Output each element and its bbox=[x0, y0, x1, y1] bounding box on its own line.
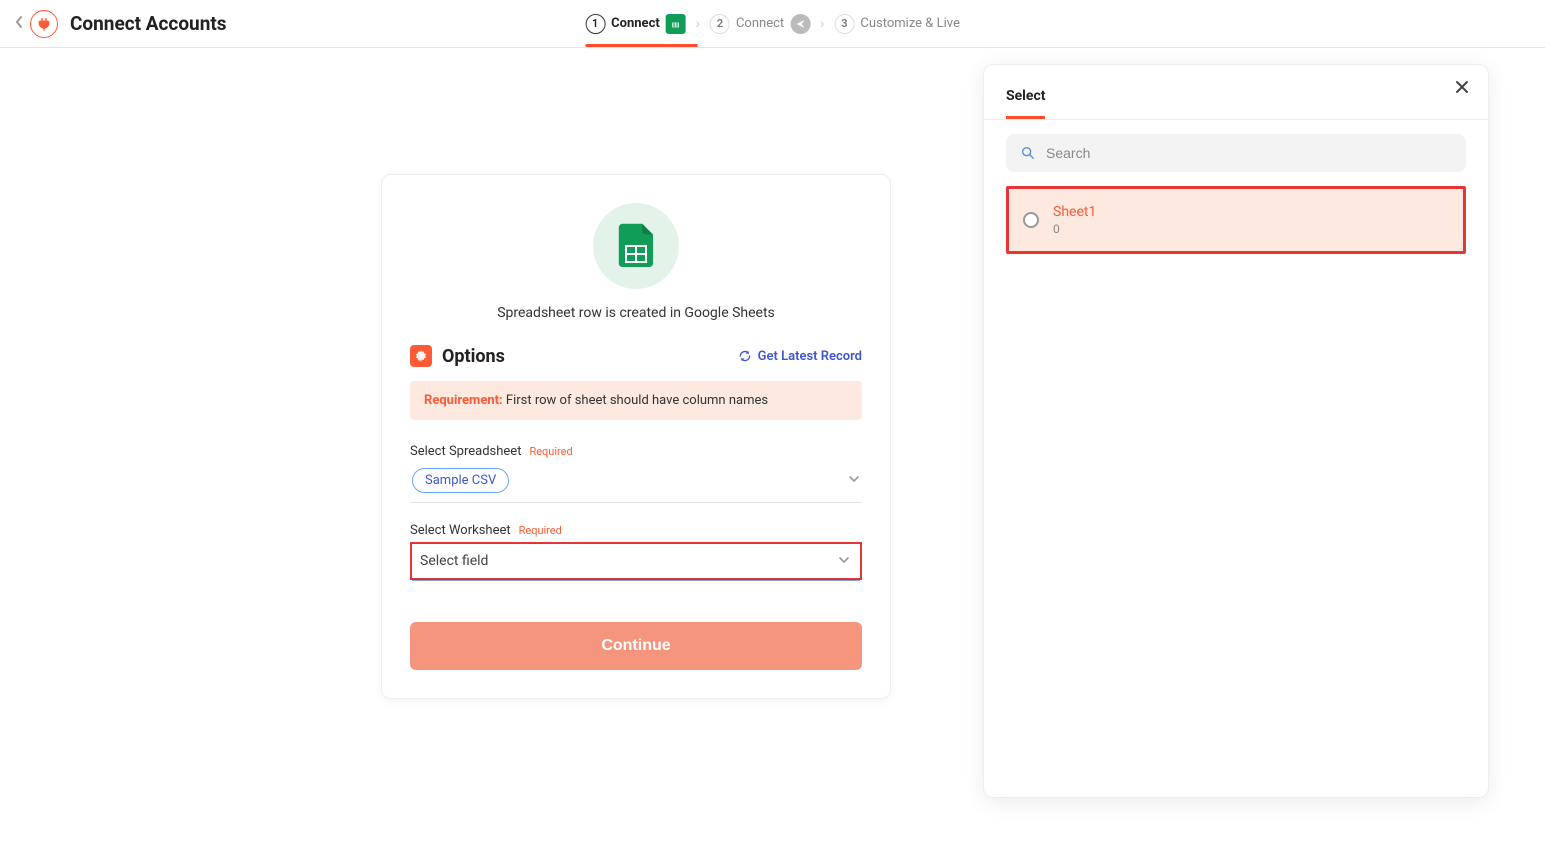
panel-body: Sheet1 0 bbox=[984, 120, 1488, 268]
google-sheets-icon bbox=[666, 14, 686, 34]
option-text: Sheet1 0 bbox=[1053, 204, 1096, 236]
step-1-number: 1 bbox=[585, 14, 605, 34]
search-input[interactable] bbox=[1046, 145, 1452, 161]
chevron-left-icon bbox=[14, 15, 24, 29]
close-icon bbox=[1454, 79, 1470, 95]
spreadsheet-value-pill[interactable]: Sample CSV bbox=[412, 468, 509, 493]
options-row: Options Get Latest Record bbox=[410, 345, 862, 367]
main-area: Spreadsheet row is created in Google She… bbox=[0, 48, 1545, 863]
connect-card: Spreadsheet row is created in Google She… bbox=[381, 174, 891, 699]
spreadsheet-required: Required bbox=[529, 445, 572, 458]
step-2-number: 2 bbox=[710, 14, 730, 34]
step-2-label: Connect bbox=[736, 16, 784, 31]
chevron-down-icon bbox=[838, 554, 850, 569]
app-header: Connect Accounts 1 Connect › 2 Connect ›… bbox=[0, 0, 1545, 48]
app-placeholder-icon bbox=[790, 14, 810, 34]
radio-icon bbox=[1023, 212, 1039, 228]
chevron-right-icon: › bbox=[696, 16, 700, 32]
search-icon bbox=[1020, 145, 1036, 161]
worksheet-select[interactable]: Select field bbox=[410, 542, 862, 580]
brand-plug-icon bbox=[30, 10, 58, 38]
refresh-icon bbox=[738, 349, 752, 363]
continue-button[interactable]: Continue bbox=[410, 622, 862, 670]
back-button[interactable] bbox=[14, 14, 24, 33]
worksheet-field-group: Select Worksheet Required Select field bbox=[410, 519, 862, 580]
panel-tab-select[interactable]: Select bbox=[1006, 88, 1045, 119]
close-button[interactable] bbox=[1454, 79, 1470, 100]
worksheet-option-sheet1[interactable]: Sheet1 0 bbox=[1006, 186, 1466, 254]
requirement-text: First row of sheet should have column na… bbox=[503, 393, 768, 408]
page-title: Connect Accounts bbox=[70, 12, 227, 35]
search-box[interactable] bbox=[1006, 134, 1466, 172]
get-latest-record-button[interactable]: Get Latest Record bbox=[738, 349, 862, 364]
step-1-label: Connect bbox=[611, 16, 660, 31]
worksheet-required: Required bbox=[519, 524, 562, 537]
spreadsheet-label: Select Spreadsheet bbox=[410, 444, 521, 459]
options-heading: Options bbox=[442, 346, 505, 367]
chevron-down-icon bbox=[848, 473, 860, 488]
step-1[interactable]: 1 Connect bbox=[585, 14, 686, 34]
option-subtitle: 0 bbox=[1053, 222, 1096, 236]
spreadsheet-field-group: Select Spreadsheet Required Sample CSV bbox=[410, 440, 862, 503]
step-2[interactable]: 2 Connect bbox=[710, 14, 810, 34]
active-step-underline bbox=[585, 44, 697, 47]
wizard-stepper: 1 Connect › 2 Connect › 3 Customize & Li… bbox=[585, 0, 960, 47]
select-panel: Select Sheet1 0 bbox=[983, 64, 1489, 798]
get-latest-record-label: Get Latest Record bbox=[758, 349, 862, 364]
card-subtitle: Spreadsheet row is created in Google She… bbox=[410, 305, 862, 321]
gear-icon bbox=[410, 345, 432, 367]
google-sheets-large-icon bbox=[593, 203, 679, 289]
step-3[interactable]: 3 Customize & Live bbox=[834, 14, 960, 34]
panel-header: Select bbox=[984, 65, 1488, 120]
worksheet-placeholder: Select field bbox=[420, 553, 488, 569]
option-title: Sheet1 bbox=[1053, 204, 1096, 220]
requirement-prefix: Requirement: bbox=[424, 393, 503, 408]
spreadsheet-select[interactable]: Sample CSV bbox=[410, 459, 862, 503]
chevron-right-icon: › bbox=[820, 16, 824, 32]
worksheet-label: Select Worksheet bbox=[410, 523, 511, 538]
requirement-banner: Requirement: First row of sheet should h… bbox=[410, 381, 862, 420]
step-3-label: Customize & Live bbox=[860, 16, 960, 31]
step-3-number: 3 bbox=[834, 14, 854, 34]
